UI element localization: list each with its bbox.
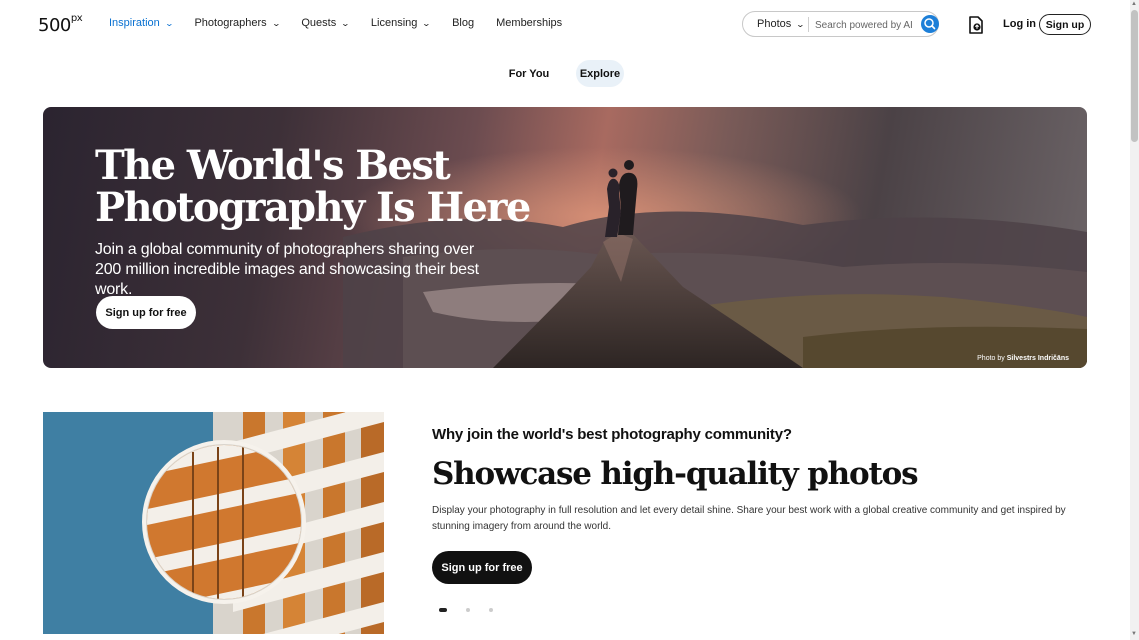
tab-for-you[interactable]: For You bbox=[503, 60, 555, 87]
nav-quests[interactable]: Quests ⌄ bbox=[301, 17, 351, 29]
login-link[interactable]: Log in bbox=[1003, 18, 1036, 30]
top-navigation-bar: 500px Inspiration ⌄ Photographers ⌄ Quests… bbox=[0, 0, 1130, 50]
hero-subtitle: Join a global community of photographers… bbox=[95, 241, 479, 298]
signup-button[interactable]: Sign up bbox=[1039, 14, 1091, 35]
chevron-down-icon: ⌄ bbox=[164, 18, 174, 28]
chevron-down-icon: ⌄ bbox=[340, 18, 351, 28]
hero-banner: The World's Best Photography Is Here Joi… bbox=[43, 107, 1087, 368]
photo-credit: Photo by Silvestrs Indričāns bbox=[977, 355, 1069, 362]
feature-title: Showcase high-quality photos bbox=[432, 456, 919, 492]
search-input[interactable] bbox=[813, 16, 917, 35]
tab-explore[interactable]: Explore bbox=[576, 60, 624, 87]
nav-blog[interactable]: Blog bbox=[452, 17, 474, 29]
chevron-down-icon: ⌄ bbox=[271, 18, 281, 28]
search-divider bbox=[808, 17, 809, 32]
nav-photographers[interactable]: Photographers ⌄ bbox=[194, 17, 281, 29]
carousel-dot-1[interactable] bbox=[439, 608, 447, 612]
feature-description: Display your photography in full resolut… bbox=[432, 505, 1066, 532]
logo[interactable]: 500px bbox=[38, 13, 83, 36]
search-button[interactable] bbox=[921, 15, 939, 33]
chevron-down-icon: ⌄ bbox=[422, 18, 432, 28]
nav-licensing[interactable]: Licensing ⌄ bbox=[371, 17, 432, 29]
nav-inspiration[interactable]: Inspiration ⌄ bbox=[109, 17, 174, 29]
search-type-dropdown[interactable]: Photos ⌄ bbox=[757, 18, 806, 30]
upload-icon[interactable] bbox=[968, 16, 984, 34]
search-icon bbox=[924, 18, 936, 30]
carousel-dot-2[interactable] bbox=[466, 608, 470, 612]
carousel-dot-3[interactable] bbox=[489, 608, 493, 612]
search-bar: Photos ⌄ bbox=[742, 11, 939, 37]
main-nav: Inspiration ⌄ Photographers ⌄ Quests ⌄ Lice… bbox=[109, 17, 584, 29]
hero-signup-button[interactable]: Sign up for free bbox=[96, 296, 196, 329]
scrollbar-thumb[interactable] bbox=[1131, 10, 1138, 142]
chevron-down-icon: ⌄ bbox=[795, 20, 806, 29]
carousel-indicator bbox=[439, 608, 512, 612]
photo-credit-author[interactable]: Silvestrs Indričāns bbox=[1007, 355, 1069, 362]
nav-memberships[interactable]: Memberships bbox=[496, 17, 562, 29]
feature-heading: Why join the world's best photography co… bbox=[432, 426, 792, 443]
scroll-down-arrow-icon[interactable]: ▼ bbox=[1131, 631, 1137, 637]
hero-title: The World's Best Photography Is Here bbox=[95, 142, 531, 231]
feature-image bbox=[43, 412, 384, 634]
scroll-up-arrow-icon[interactable]: ▲ bbox=[1131, 1, 1137, 7]
feature-signup-button[interactable]: Sign up for free bbox=[432, 551, 532, 584]
